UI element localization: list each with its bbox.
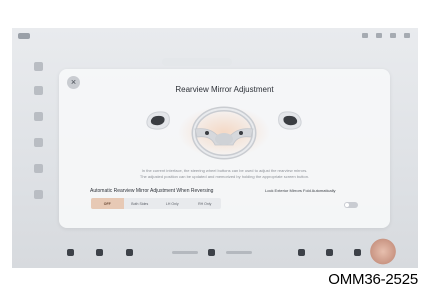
option-rh-only[interactable]: RH Only: [189, 198, 222, 209]
background-tab: [162, 58, 232, 66]
sidebar-icon-5[interactable]: [34, 164, 43, 173]
auto-adjust-segmented-control: OFF Both Sides LH Only RH Only: [91, 198, 221, 209]
option-both-sides[interactable]: Both Sides: [124, 198, 157, 209]
sidebar-icon-1[interactable]: [34, 62, 43, 71]
home-icon[interactable]: [67, 249, 74, 256]
fan-icon[interactable]: [208, 249, 215, 256]
sidebar-icon-4[interactable]: [34, 138, 43, 147]
status-bar: [12, 28, 418, 44]
status-icons: [362, 33, 410, 38]
climate-left-control[interactable]: [172, 251, 198, 254]
left-mirror-icon: [146, 111, 170, 130]
music-icon[interactable]: [354, 249, 361, 256]
sidebar-icon-2[interactable]: [34, 86, 43, 95]
signal-icon: [362, 33, 368, 38]
figure-label: OMM36-2525: [328, 271, 418, 288]
sidebar-icon-6[interactable]: [34, 190, 43, 199]
navigation-icon[interactable]: [126, 249, 133, 256]
auto-adjust-label: Automatic Rearview Mirror Adjustment Whe…: [90, 188, 214, 194]
sidebar-icon-3[interactable]: [34, 112, 43, 121]
brand-logo-icon: [18, 33, 30, 39]
mirror-illustration: [146, 106, 302, 160]
fold-mirrors-label: Lock Exterior Mirrors Fold Automatically: [265, 188, 336, 193]
right-mirror-icon: [278, 111, 302, 130]
mirror-adjustment-dialog: × Rearview Mirror Adjustment In the curr…: [59, 69, 390, 228]
apps-icon[interactable]: [96, 249, 103, 256]
dialog-description: In the current interface, the steering w…: [89, 168, 360, 180]
fold-mirrors-toggle[interactable]: [344, 202, 358, 208]
climate-right-control[interactable]: [226, 251, 252, 254]
phone-icon[interactable]: [326, 249, 333, 256]
dialog-title: Rearview Mirror Adjustment: [175, 85, 274, 94]
battery-icon: [404, 33, 410, 38]
option-off[interactable]: OFF: [91, 198, 124, 209]
car-icon[interactable]: [298, 249, 305, 256]
assistant-avatar[interactable]: [370, 238, 396, 268]
wifi-icon: [376, 33, 382, 38]
bluetooth-icon: [390, 33, 396, 38]
description-line-2: The adjusted position can be updated and…: [139, 174, 310, 179]
toggle-knob: [345, 203, 349, 207]
bottom-dock: [12, 238, 418, 268]
settings-sidebar: [30, 54, 48, 234]
infotainment-screen: × Rearview Mirror Adjustment In the curr…: [12, 28, 418, 268]
option-lh-only[interactable]: LH Only: [156, 198, 189, 209]
